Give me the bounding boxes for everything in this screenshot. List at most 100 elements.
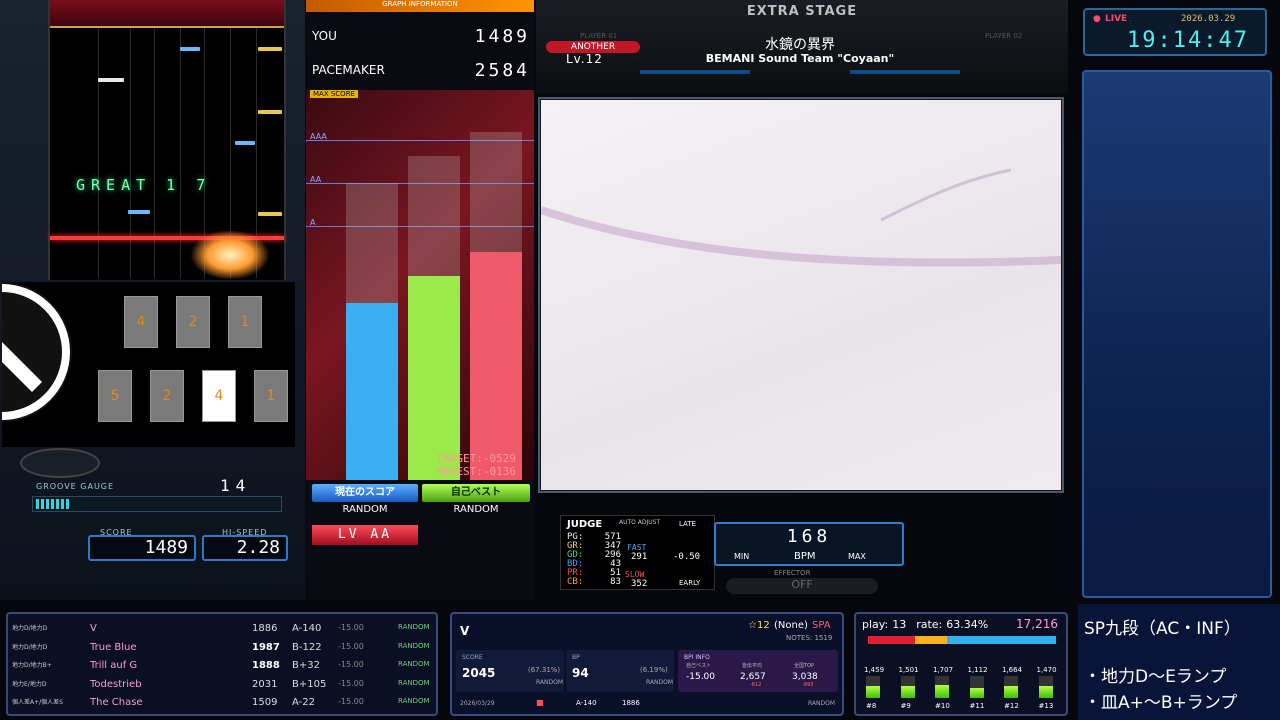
- bpm-value: 168: [786, 526, 832, 547]
- note: [258, 47, 282, 51]
- history-row: 個人差A+/個人差S The Chase 1509 A-22 -15.00 RANDOM: [8, 694, 436, 712]
- you-value: 1489: [474, 25, 530, 47]
- bpm-label: BPM: [794, 551, 816, 562]
- deco-line-left: [640, 70, 750, 74]
- level-label: #13: [1038, 702, 1054, 710]
- gauge-label: GROOVE GAUGE: [36, 482, 115, 491]
- level-bar: [866, 676, 880, 698]
- level-count: 1,459: [864, 666, 885, 674]
- play-rate-line: play: 13 rate: 63.34%: [862, 618, 989, 631]
- history-option: RANDOM: [398, 641, 430, 650]
- history-diff: B+32: [292, 660, 320, 671]
- history-bpi: -15.00: [338, 697, 364, 706]
- history-title: The Chase: [90, 697, 143, 708]
- song-banner: [50, 0, 284, 28]
- level-label: #8: [866, 702, 877, 710]
- effector-label: EFFECTOR: [774, 569, 811, 577]
- mybest-diff: MYBEST:-0136: [436, 465, 516, 478]
- bpm-min-label: MIN: [734, 552, 750, 561]
- song-card: V ☆12 (None) SPA NOTES: 1519 SCORE 2045 …: [450, 612, 844, 716]
- card-level: ☆12: [748, 620, 770, 631]
- history-option: RANDOM: [398, 697, 430, 705]
- history-list: 地力D/地力D V 1886 A-140 -15.00 RANDOM 地力D/地力D True…: [6, 612, 438, 716]
- auto-adjust: AUTO ADJUST: [619, 519, 661, 526]
- grade-a: A: [310, 218, 316, 227]
- player1-label: PLAYER 01: [580, 32, 618, 40]
- level-label: Lv.12: [566, 52, 603, 66]
- history-lamp: 地力D/地力D: [12, 643, 48, 651]
- bpm-panel: 168 MIN BPM MAX: [714, 522, 904, 566]
- level-count: 1,501: [898, 666, 919, 674]
- current-option: RANDOM: [342, 504, 388, 515]
- pacemaker-row: PACEMAKER 2584: [312, 59, 530, 81]
- bar-current: [346, 303, 398, 480]
- card-none: (None): [774, 620, 808, 631]
- slow-label: SLOW: [625, 570, 645, 579]
- key-4b: 4: [202, 370, 236, 422]
- camera-panel: [1082, 70, 1272, 598]
- song-artist: BEMANI Sound Team "Coyaan": [705, 52, 895, 65]
- stage-title: EXTRA STAGE: [746, 4, 858, 19]
- level-label: #11: [969, 702, 985, 710]
- history-diff: A-22: [292, 697, 315, 708]
- key-1b: 1: [254, 370, 288, 422]
- live-label: LIVE: [1105, 14, 1128, 24]
- level-count: 1,112: [967, 666, 988, 674]
- player2-label: PLAYER 02: [985, 32, 1023, 40]
- best-option: RANDOM: [453, 504, 499, 515]
- history-option: RANDOM: [398, 623, 430, 631]
- level-label: #9: [900, 702, 911, 710]
- effector-value: OFF: [726, 578, 878, 594]
- key-5: 5: [98, 370, 132, 422]
- early-label: EARLY: [679, 579, 701, 587]
- level-count: 1,664: [1002, 666, 1023, 674]
- dan-panel: SP九段（AC・INF） ・地力D〜Eランプ ・皿A+〜B+ランプ: [1078, 604, 1280, 720]
- gauge-value: 14: [220, 476, 252, 495]
- score-graph: MAX SCORE AAA AA A TARGET:-0529 MYBEST:-…: [306, 90, 534, 480]
- history-score: 1509: [252, 697, 278, 708]
- history-option: RANDOM: [398, 660, 430, 668]
- deco-line-right: [850, 70, 960, 74]
- bar-best: [408, 276, 460, 480]
- clock-time: 19:14:47: [1127, 28, 1249, 53]
- history-title: V: [90, 623, 97, 634]
- rate-bar: [868, 636, 1056, 644]
- history-title: Todestrieb: [90, 678, 142, 690]
- history-row: 地力D/地力D V 1886 A-140 -15.00 RANDOM: [8, 620, 436, 638]
- current-score-button[interactable]: 現在のスコア: [312, 484, 418, 502]
- history-bpi: -15.00: [338, 678, 364, 688]
- turntable-icon: [2, 282, 72, 422]
- level-bar: [1004, 676, 1018, 698]
- history-bpi: -15.00: [338, 623, 364, 632]
- note: [235, 141, 255, 145]
- note: [128, 210, 150, 214]
- you-row: YOU 1489: [312, 25, 530, 47]
- late-label: LATE: [679, 520, 697, 528]
- card-footer-dot-icon: ■: [536, 698, 544, 707]
- judge-display: GREAT 1 7: [76, 176, 212, 194]
- history-score: 1888: [252, 660, 280, 671]
- key-2b: 2: [150, 370, 184, 422]
- card-bpi-box: BPI INFO 自己ベスト 皆伝平均 全国TOP -15.00 2,657 -…: [678, 650, 838, 692]
- card-score-box: SCORE 2045 (67.31%) RANDOM: [456, 650, 564, 692]
- history-option: RANDOM: [398, 678, 430, 687]
- note: [98, 78, 124, 82]
- history-diff: B-122: [292, 641, 322, 653]
- card-footer-score: 1886: [622, 699, 640, 707]
- pacemaker-value: 2584: [474, 59, 530, 81]
- card-footer-diff: A-140: [576, 699, 597, 707]
- offset-value: -0.50: [673, 552, 701, 562]
- turntable-base: [20, 448, 100, 478]
- you-label: YOU: [312, 29, 337, 43]
- best-score-button[interactable]: 自己ベスト: [422, 484, 530, 502]
- play-stats-card: play: 13 rate: 63.34% 17,216 1,459 #8 1,501 #…: [854, 612, 1068, 716]
- clock-date: 2026.03.29: [1181, 14, 1236, 24]
- hit-explosion: [190, 230, 270, 280]
- card-footer-option: RANDOM: [808, 700, 836, 707]
- history-score: 1987: [252, 641, 280, 653]
- history-row: 地力E/地力D Todestrieb 2031 B+105 -15.00 RANDOM: [8, 676, 436, 694]
- dan-line2: ・皿A+〜B+ランプ: [1084, 693, 1238, 713]
- card-notes: NOTES: 1519: [786, 634, 833, 642]
- history-lamp: 地力E/地力D: [12, 680, 47, 688]
- history-bpi: -15.00: [338, 641, 364, 651]
